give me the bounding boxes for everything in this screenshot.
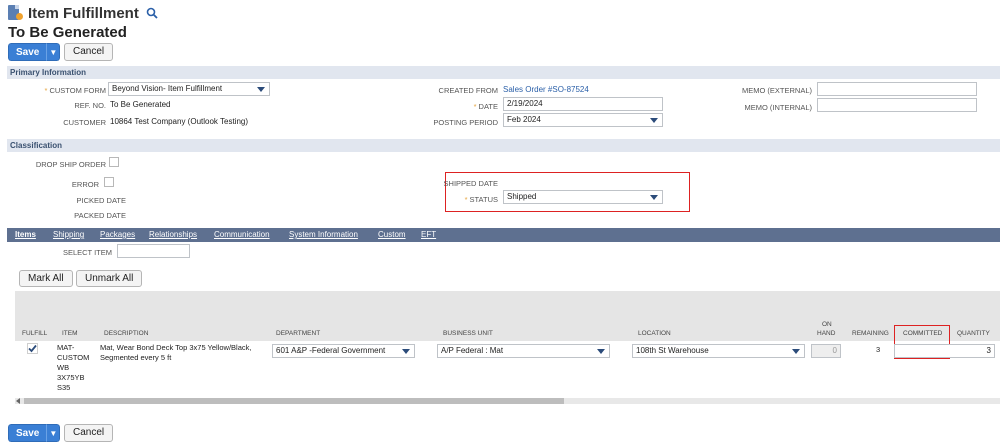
ref-no-label: REF. NO. [74,101,106,110]
item-fulfillment-page: Item Fulfillment To Be Generated Save ▼ … [0,0,1000,442]
item-description: Mat, Wear Bond Deck Top 3x75 Yellow/Blac… [100,343,252,362]
location-select[interactable]: 108th St Warehouse [632,344,805,358]
col-on-hand-top: ON [822,321,832,328]
grid-scrollbar-thumb[interactable] [24,398,564,404]
save-menu-bottom-icon[interactable]: ▼ [46,424,61,442]
save-menu-icon[interactable]: ▼ [46,43,61,61]
tab-eft[interactable]: EFT [421,228,436,242]
status-select[interactable]: Shipped [503,190,663,204]
save-button[interactable]: Save ▼ [8,43,61,61]
quantity-field[interactable]: 3 [894,344,995,358]
posting-period-select[interactable]: Feb 2024 [503,113,663,127]
memo-external-label: MEMO (EXTERNAL) [741,86,812,95]
date-label: * DATE [473,102,498,111]
primary-information-header[interactable]: Primary Information [7,66,1000,79]
fulfill-checkbox[interactable] [27,343,38,354]
tab-shipping[interactable]: Shipping [53,228,84,242]
save-button-label[interactable]: Save [8,43,47,61]
col-remaining: REMAINING [852,330,889,337]
col-item: ITEM [62,330,78,337]
drop-ship-order-checkbox[interactable] [109,157,119,167]
record-icon [8,5,23,21]
col-description: DESCRIPTION [104,330,149,337]
select-item-field[interactable] [117,244,190,258]
mark-all-button[interactable]: Mark All [19,270,73,287]
col-department: DEPARTMENT [276,330,321,337]
customer-label: CUSTOMER [63,118,106,127]
picked-date-label: PICKED DATE [76,196,126,205]
cancel-button[interactable]: Cancel [64,43,114,61]
created-from-label: CREATED FROM [438,86,498,95]
custom-form-select[interactable]: Beyond Vision- Item Fulfillment [108,82,270,96]
error-checkbox[interactable] [104,177,114,187]
tab-relationships[interactable]: Relationships [149,228,197,242]
scroll-left-icon[interactable] [16,398,20,404]
posting-period-label: POSTING PERIOD [433,118,498,127]
memo-internal-field[interactable] [817,98,977,112]
custom-form-label: * CUSTOM FORM [44,86,106,95]
save-button-bottom-label[interactable]: Save [8,424,47,442]
unmark-all-button[interactable]: Unmark All [76,270,143,287]
item-code[interactable]: MAT- CUSTOM WB 3X75YB S35 [57,343,89,393]
tab-items[interactable]: Items [15,228,36,242]
tab-packages[interactable]: Packages [100,228,135,242]
cancel-button-bottom[interactable]: Cancel [64,424,114,442]
tab-system-information[interactable]: System Information [289,228,358,242]
shipped-date-label: SHIPPED DATE [443,179,498,188]
memo-internal-label: MEMO (INTERNAL) [744,103,813,112]
memo-external-field[interactable] [817,82,977,96]
page-title: Item Fulfillment [28,4,139,22]
ref-no-value: To Be Generated [110,100,171,109]
col-location: LOCATION [638,330,671,337]
business-unit-select[interactable]: A/P Federal : Mat [437,344,610,358]
tab-communication[interactable]: Communication [214,228,270,242]
title-row: Item Fulfillment [8,3,159,23]
customer-value: 10864 Test Company (Outlook Testing) [110,117,249,126]
select-item-label: SELECT ITEM [62,248,112,257]
save-button-bottom[interactable]: Save ▼ [8,424,61,442]
date-field[interactable]: 2/19/2024 [503,97,663,111]
created-from-link[interactable]: Sales Order #SO-87524 [503,85,589,94]
tab-custom[interactable]: Custom [378,228,406,242]
col-fulfill: FULFILL [22,330,48,337]
status-label: * STATUS [464,195,498,204]
packed-date-label: PACKED DATE [74,211,126,220]
on-hand-field: 0 [811,344,841,358]
remaining-value: 3 [876,345,881,354]
drop-ship-order-label: DROP SHIP ORDER [35,160,106,169]
search-icon[interactable] [145,6,159,20]
col-on-hand: HAND [817,330,836,337]
record-status-title: To Be Generated [8,24,127,41]
col-business-unit: BUSINESS UNIT [443,330,493,337]
col-quantity: QUANTITY [957,330,990,337]
classification-header[interactable]: Classification [7,139,1000,152]
error-label: ERROR [71,180,99,189]
department-select[interactable]: 601 A&P -Federal Government [272,344,415,358]
